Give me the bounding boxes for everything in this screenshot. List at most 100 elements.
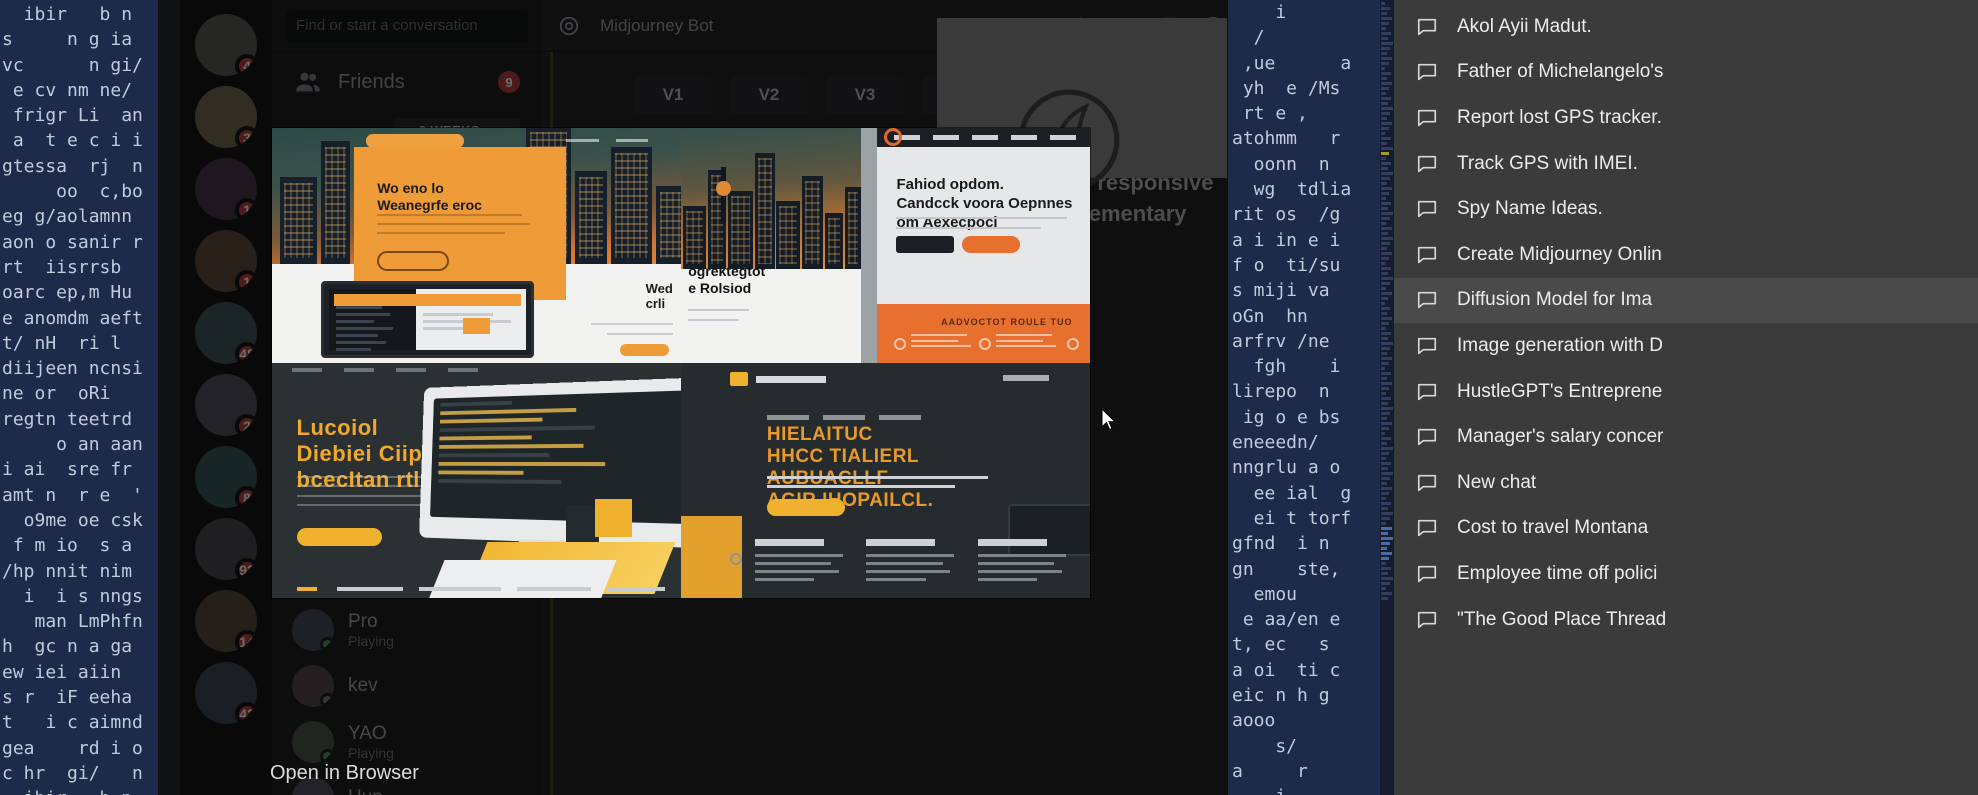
minimap-line [1381, 552, 1393, 555]
code-line: gn ste, [1232, 558, 1341, 580]
chat-history-item[interactable]: Track GPS with IMEI. [1394, 141, 1978, 187]
screen-root: ibir b n s n g ia vc n gi/ e cv nm ne/ fri… [0, 0, 1978, 795]
chat-history-item[interactable]: Employee time off polici [1394, 551, 1978, 597]
minimap-line [1381, 257, 1389, 260]
minimap-line [1381, 422, 1392, 425]
variation-button[interactable]: V3 [826, 76, 904, 114]
grid-cell-3[interactable]: Lucoiol Diebiei Ciip bcecItan rtlipen [272, 363, 681, 598]
chat-history-item[interactable]: New chat [1394, 460, 1978, 506]
chat-bubble-icon [1417, 64, 1437, 81]
cell4-footer-column [754, 539, 851, 586]
discord-server-icon[interactable]: 2 [195, 374, 257, 436]
open-in-browser-link[interactable]: Open in Browser [270, 762, 419, 785]
minimap-line [1381, 347, 1390, 350]
ai-chat-history-sidebar[interactable]: Akol Ayii Madut. Father of Michelangelo's… [1394, 0, 1978, 795]
cell3-cta-button [296, 527, 383, 547]
minimap-line [1381, 77, 1388, 80]
code-line: e aa/en e [1232, 609, 1341, 631]
chat-history-item[interactable]: Report lost GPS tracker. [1394, 95, 1978, 141]
minimap-line [1381, 182, 1387, 185]
cell4-footer [754, 539, 1074, 586]
minimap-line [1381, 337, 1388, 340]
minimap-line [1381, 417, 1387, 420]
discord-server-rail[interactable]: 4 3 1 1 48 2 8 92 14 42 [180, 0, 272, 795]
chat-history-label: Manager's salary concer [1457, 426, 1664, 448]
code-line: h gc n a ga [2, 636, 133, 658]
grid-cell-1[interactable]: Wo eno lo Weanegrfe eroc Wed crli [272, 128, 681, 363]
minimap-line [1381, 42, 1394, 45]
discord-nav-friends[interactable]: Friends 9 [282, 56, 532, 108]
minimap-line [1381, 447, 1393, 450]
discord-search-row[interactable]: Find or start a conversation [272, 0, 542, 52]
grid-cell-4[interactable]: HIELAITUCHHCC TIALIERLAUBUACLLFAGIR IHOP… [681, 363, 1090, 598]
minimap-line [1381, 152, 1390, 155]
minimap-line [1381, 402, 1388, 405]
code-line: f m io s a [2, 535, 133, 557]
minimap-line [1381, 462, 1392, 465]
chat-history-item[interactable]: Diffusion Model for Ima [1394, 277, 1978, 324]
chat-history-item[interactable]: Father of Michelangelo's [1394, 50, 1978, 96]
chat-history-item[interactable]: Akol Ayii Madut. [1394, 4, 1978, 50]
headline-line: Wed [645, 281, 673, 297]
chat-history-item[interactable]: HustleGPT's Entreprene [1394, 369, 1978, 415]
discord-server-icon[interactable]: 8 [195, 446, 257, 508]
code-line: rt iisrrsb [2, 256, 122, 278]
minimap-line [1381, 267, 1391, 270]
code-line: gfnd i n [1232, 533, 1330, 555]
code-line: s n g ia [2, 29, 133, 51]
code-line: lirepo n [1232, 381, 1330, 403]
headline-line: e Rolsiod [688, 280, 752, 297]
minimap-line [1381, 597, 1389, 600]
variation-button[interactable]: V1 [634, 76, 712, 114]
code-editor-right[interactable]: i / ,ue a yh e /Ms rt e , atohmm r oonn n… [1228, 0, 1380, 795]
minimap-line [1381, 247, 1388, 250]
chat-history-item[interactable]: Create Midjourney Onlin [1394, 232, 1978, 278]
code-line: atohmm r [1232, 128, 1341, 150]
grid-cell-2[interactable]: ogrektegtot e Rolsiod Fahiod opdom. Candcc… [681, 128, 1090, 363]
code-line: eic n h g [1232, 685, 1330, 707]
minimap-line [1381, 562, 1386, 565]
cell2-right-title: Fahiod opdom. Candcck voora Oepnnes om Aex… [896, 175, 1072, 232]
discord-server-icon[interactable]: 42 [195, 662, 257, 724]
minimap-line [1381, 427, 1389, 430]
chat-history-item[interactable]: Cost to travel Montana [1394, 506, 1978, 552]
minimap-line [1381, 472, 1394, 475]
discord-server-icon[interactable]: 14 [195, 590, 257, 652]
variation-button[interactable]: V2 [730, 76, 808, 114]
discord-server-icon[interactable]: 92 [195, 518, 257, 580]
discord-search-input[interactable]: Find or start a conversation [286, 9, 528, 42]
discord-server-badge: 1 [235, 198, 257, 220]
code-line: s r iF eeha [2, 687, 133, 709]
chat-history-label: Employee time off polici [1457, 562, 1658, 584]
code-line: emou [1232, 583, 1298, 605]
headline-line: HHCC TIALIERL [766, 446, 920, 468]
cell2-orange-button [962, 236, 1020, 253]
discord-server-icon[interactable]: 1 [195, 158, 257, 220]
minimap-line [1381, 547, 1388, 550]
minimap-line [1381, 187, 1393, 190]
discord-dm-item[interactable]: Pro Playing [282, 602, 532, 658]
discord-dm-item[interactable]: kev [282, 658, 532, 714]
cell1-sub-button [619, 344, 669, 356]
chat-bubble-icon [1417, 201, 1437, 218]
midjourney-image-grid[interactable]: Wo eno lo Weanegrfe eroc Wed crli ogrekt… [272, 128, 1090, 598]
code-line: / [1232, 27, 1265, 49]
minimap-line [1381, 192, 1389, 195]
chat-history-item[interactable]: Manager's salary concer [1394, 414, 1978, 460]
code-line: a oi ti c [1232, 659, 1341, 681]
minimap-line [1381, 47, 1390, 50]
code-editor-left[interactable]: ibir b n s n g ia vc n gi/ e cv nm ne/ fri… [0, 0, 158, 795]
discord-server-badge: 48 [235, 342, 257, 364]
discord-server-icon[interactable]: 4 [195, 14, 257, 76]
chat-history-item[interactable]: "The Good Place Thread [1394, 597, 1978, 643]
chat-history-item[interactable]: Image generation with D [1394, 323, 1978, 369]
discord-server-icon[interactable]: 48 [195, 302, 257, 364]
chat-history-item[interactable]: Spy Name Ideas. [1394, 186, 1978, 232]
minimap-line [1381, 232, 1389, 235]
chat-bubble-icon [1417, 246, 1437, 263]
avatar [292, 665, 334, 707]
discord-server-icon[interactable]: 1 [195, 230, 257, 292]
code-line: ne or oRi [2, 383, 111, 405]
editor-minimap[interactable] [1380, 0, 1394, 795]
discord-server-icon[interactable]: 3 [195, 86, 257, 148]
